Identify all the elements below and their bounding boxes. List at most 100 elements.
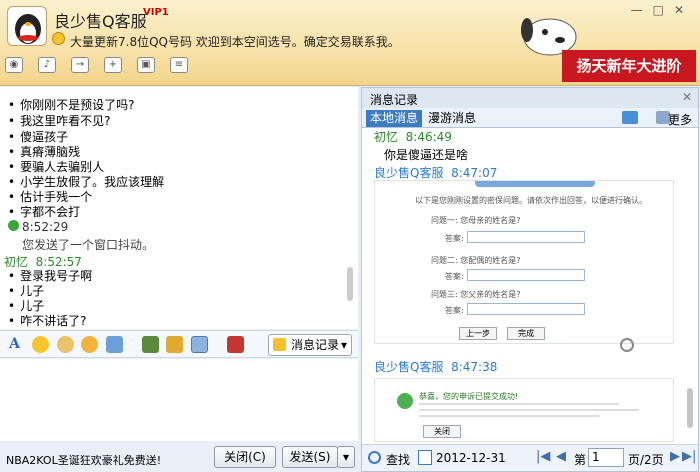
header-toolbar: ◉ ♪ → + ▣ ≡ (5, 56, 203, 78)
success-icon (397, 393, 413, 409)
page-input[interactable]: 1 (588, 448, 624, 467)
image-icon[interactable] (142, 336, 159, 353)
minimize-icon[interactable]: — (631, 3, 653, 17)
window-header: 良少售Q客服 VIP1 大量更新7.8位QQ号码 欢迎到本空间选号。确定交易联系… (0, 0, 700, 86)
voice-call-icon[interactable]: ♪ (38, 57, 56, 73)
answer-label: 答案: (445, 272, 464, 281)
more-button[interactable]: 更多 (668, 111, 692, 128)
vip-badge: VIP1 (143, 7, 169, 18)
close-icon[interactable]: ✕ (674, 3, 694, 17)
shake-time: 8:52:29 (22, 220, 69, 234)
screen-share-icon[interactable] (191, 336, 208, 353)
send-button[interactable]: 发送(S) (282, 446, 338, 468)
history-title: 消息记录 (370, 93, 419, 107)
font-icon[interactable]: A (6, 336, 23, 353)
settings-icon[interactable] (622, 111, 638, 124)
transfer-file-icon[interactable]: → (71, 57, 89, 73)
shake-icon[interactable] (81, 336, 98, 353)
history-message: 你是傻逼还是啥 (384, 148, 469, 162)
question-3: 问题三: 您父亲的姓名是? (431, 290, 521, 299)
shake-text: 您发送了一个窗口抖动。 (22, 238, 155, 252)
date-field[interactable]: 2012-12-31 (436, 451, 506, 465)
scroll-thumb[interactable] (687, 388, 693, 428)
window-controls: —□✕ (631, 3, 694, 17)
form-header (475, 181, 595, 187)
history-panel: 消息记录 ✕ 本地消息 漫游消息 更多 初忆 8:46:49 你是傻逼还是啥 良… (361, 87, 699, 472)
history-sender-header: 良少售Q客服 8:47:07 (374, 164, 497, 181)
contact-signature: 大量更新7.8位QQ号码 欢迎到本空间选号。确定交易联系我。 (70, 35, 400, 49)
add-contact-icon[interactable]: + (104, 57, 122, 73)
message-history-button[interactable]: 消息记录 ▾ (268, 334, 352, 356)
appeal-text-line (419, 403, 619, 405)
check-icon (8, 220, 19, 231)
search-button[interactable]: 查找 (386, 451, 410, 468)
history-sender-header: 初忆 8:46:49 (374, 128, 452, 145)
question-1: 问题一: 您母亲的姓名是? (431, 216, 521, 225)
chat-message-area[interactable]: 你刚刚不是预设了吗? 我这里咋看不见? 傻逼孩子 真瘠薄脑残 要骗人去骗别人 小… (0, 87, 358, 329)
page-suffix: 页/2页 (628, 453, 664, 467)
answer-label: 答案: (445, 306, 464, 315)
answer-2-field (467, 269, 585, 281)
appeal-heading: 恭喜，您的申诉已提交成功! (419, 392, 519, 401)
music-icon[interactable] (166, 336, 183, 353)
remote-desktop-icon[interactable]: ▣ (137, 57, 155, 73)
promo-link[interactable]: NBA2KOL圣诞狂欢豪礼免费送! (6, 452, 161, 468)
history-time: 8:47:38 (451, 360, 498, 374)
format-toolbar: A 消息记录 ▾ (0, 330, 358, 358)
promo-banner[interactable]: 扬天新年大进阶 (562, 50, 696, 82)
chevron-down-icon: ▾ (340, 338, 347, 352)
close-icon[interactable]: ✕ (682, 90, 692, 104)
first-page-icon[interactable]: |◀ (536, 449, 550, 464)
scroll-thumb[interactable] (347, 267, 353, 301)
penguin-icon (15, 14, 41, 44)
history-time: 8:47:07 (451, 166, 498, 180)
prev-step-button: 上一步 (459, 327, 497, 340)
history-panel-header: 消息记录 ✕ (362, 88, 698, 108)
close-button[interactable]: 关闭(C) (214, 446, 276, 468)
gift-icon[interactable] (227, 336, 244, 353)
apps-menu-icon[interactable]: ≡ (170, 57, 188, 73)
emoji-icon[interactable] (32, 336, 49, 353)
shake-notice: 8:52:29 (8, 220, 68, 234)
page-prefix: 第 (574, 453, 587, 467)
magic-emoji-icon[interactable] (57, 336, 74, 353)
screenshot-appeal-submitted[interactable]: 恭喜，您的申诉已提交成功! 关闭 (374, 378, 674, 442)
chat-line: 你刚刚不是预设了吗? (8, 96, 134, 113)
history-sender-name: 良少售Q客服 (374, 166, 444, 180)
history-scrollbar[interactable] (685, 132, 695, 432)
maximize-icon[interactable]: □ (653, 3, 674, 17)
dog-illustration-icon (521, 18, 577, 56)
answer-3-field (467, 303, 585, 315)
smile-status-icon (52, 32, 65, 45)
next-page-icon[interactable]: ▶ (670, 449, 680, 464)
appeal-close-button: 关闭 (423, 425, 461, 438)
prev-page-icon[interactable]: ◀ (556, 449, 566, 464)
chat-scrollbar[interactable] (345, 87, 355, 329)
history-footer: 查找 2012-12-31 |◀ ◀ 第 1 页/2页 ▶ ▶| (362, 444, 698, 471)
calendar-icon[interactable] (418, 450, 432, 465)
form-intro: 以下是您刚刚设置的密保问题。请依次作出回答，以便进行确认。 (415, 196, 647, 205)
tab-local-messages[interactable]: 本地消息 (366, 110, 423, 127)
answer-label: 答案: (445, 234, 464, 243)
appeal-text-line (419, 415, 599, 417)
chat-line: 我这里咋看不见? (8, 112, 110, 129)
message-input[interactable] (0, 359, 358, 441)
history-tabs: 本地消息 漫游消息 更多 (362, 108, 698, 128)
chat-line: 咋不讲话了? (8, 312, 86, 329)
message-history-label: 消息记录 (291, 338, 340, 352)
bottom-bar: NBA2KOL圣诞狂欢豪礼免费送! 关闭(C) 发送(S) ▾ (0, 441, 360, 472)
history-time: 8:46:49 (405, 130, 452, 144)
avatar[interactable] (7, 6, 47, 46)
last-page-icon[interactable]: ▶| (682, 449, 696, 464)
zoom-icon[interactable] (620, 338, 634, 352)
search-icon[interactable] (368, 451, 381, 464)
screenshot-security-questions[interactable]: 以下是您刚刚设置的密保问题。请依次作出回答，以便进行确认。 问题一: 您母亲的姓… (374, 180, 674, 344)
send-options-button[interactable]: ▾ (337, 446, 355, 468)
done-button: 完成 (507, 327, 545, 340)
screenshot-icon[interactable] (106, 336, 123, 353)
video-call-icon[interactable]: ◉ (5, 57, 23, 73)
clock-icon (273, 338, 286, 351)
tab-roaming-messages[interactable]: 漫游消息 (424, 110, 480, 127)
history-sender-name: 初忆 (374, 130, 399, 144)
history-sender-header: 良少售Q客服 8:47:38 (374, 358, 497, 375)
